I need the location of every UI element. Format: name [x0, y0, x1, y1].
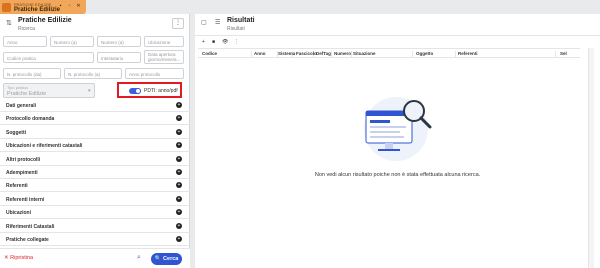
- column-header[interactable]: Codice: [202, 51, 252, 58]
- ubicazione-field[interactable]: Ubicazione: [144, 36, 184, 47]
- tipo-pratica-select: Tipo pratica Pratiche Edilizie ▾: [3, 83, 95, 98]
- accordion-section[interactable]: Referenti interni +: [0, 193, 190, 206]
- accordion-section-label: Ubicazioni: [6, 210, 32, 217]
- results-toolbar: + ■ 👁 ⋮: [195, 36, 600, 48]
- codice-pratica-field[interactable]: Codice pratica: [3, 52, 94, 63]
- reset-label: Ripristina: [10, 255, 34, 261]
- expand-icon[interactable]: +: [176, 102, 182, 108]
- chevron-down-icon: ▾: [88, 88, 91, 94]
- empty-state-illustration-icon: [364, 97, 432, 161]
- column-header[interactable]: Anno: [254, 51, 278, 58]
- filter-icon: ⇅: [6, 20, 12, 27]
- app-logo-icon: [2, 2, 11, 12]
- expand-icon[interactable]: +: [176, 142, 182, 149]
- accordion-section-label: Soggetti: [6, 129, 26, 136]
- expand-icon[interactable]: +: [176, 115, 182, 122]
- expand-icon[interactable]: +: [176, 222, 182, 229]
- accordion-section-label: Protocollo domanda: [6, 116, 55, 123]
- accordion-section[interactable]: Altri protocolli +: [0, 153, 190, 166]
- search-panel-title: Pratiche Edilizie: [18, 17, 72, 24]
- copy-icon[interactable]: ▫: [67, 4, 72, 9]
- anno-field[interactable]: Anno: [3, 36, 47, 47]
- accordion-section[interactable]: Soggetti +: [0, 126, 190, 139]
- pdti-toggle-label: PDTI: anno/pdf: [144, 88, 178, 94]
- accordion-section-label: Referenti: [6, 183, 28, 190]
- expand-icon[interactable]: +: [176, 128, 182, 135]
- n-protocollo-a-field[interactable]: N. protocollo (a): [64, 68, 122, 79]
- list-icon: ☰: [215, 20, 221, 26]
- accordion-section-label: Referenti interni: [6, 196, 45, 203]
- tipo-pratica-value: Pratiche Edilizie: [7, 91, 47, 97]
- search-panel: ⇅ Pratiche Edilizie Ricerca ⋮ Anno Numer…: [0, 14, 190, 268]
- expand-icon[interactable]: +: [176, 182, 182, 189]
- results-subtitle: Risultati: [227, 26, 245, 32]
- zoom-icon[interactable]: ⌕: [137, 254, 141, 262]
- column-header[interactable]: Situazione: [353, 51, 413, 58]
- vertical-scrollbar[interactable]: [588, 48, 594, 268]
- numero-da-field[interactable]: Numero (a): [50, 36, 94, 47]
- intestatario-field[interactable]: Intestatario: [97, 52, 141, 63]
- more-options-button[interactable]: ⋮: [172, 18, 184, 29]
- results-title: Risultati: [227, 17, 255, 24]
- search-panel-header: ⇅ Pratiche Edilizie Ricerca ⋮: [0, 14, 190, 36]
- column-header[interactable]: Sel: [560, 51, 578, 58]
- column-header[interactable]: Numero: [334, 51, 352, 58]
- results-table-header: Codice Anno Sistema Fascicolo DefTag Num…: [198, 48, 580, 58]
- expand-icon[interactable]: +: [176, 195, 182, 202]
- view-icon[interactable]: 👁: [222, 39, 228, 45]
- reset-button[interactable]: ✕ Ripristina: [4, 255, 33, 261]
- expand-icon[interactable]: +: [176, 236, 182, 242]
- column-header[interactable]: Oggetto: [416, 51, 456, 58]
- search-footer: ✕ Ripristina ⌕ 🔍 Cerca: [0, 248, 190, 268]
- more-icon[interactable]: ⋮: [234, 39, 239, 45]
- column-header[interactable]: Sistema: [278, 51, 295, 58]
- column-header[interactable]: Referenti: [458, 51, 556, 58]
- results-panel: ▢ ☰ Risultati Risultati + ■ 👁 ⋮ Codice A…: [195, 14, 600, 268]
- highlight-box: PDTI: anno/pdf: [117, 82, 182, 98]
- collapse-panel-icon[interactable]: ▢: [201, 19, 207, 26]
- accordion-section-label: Pratiche collegate: [6, 237, 49, 243]
- accordion-section-label: Adempimenti: [6, 170, 38, 176]
- accordion-section[interactable]: Dati generali +: [0, 99, 190, 112]
- expand-icon[interactable]: +: [176, 169, 182, 175]
- stop-icon[interactable]: ■: [212, 39, 215, 45]
- accordion-section-label: Ubicazioni e riferimenti catastali: [6, 143, 83, 150]
- expand-icon[interactable]: +: [176, 155, 182, 162]
- search-panel-subtitle: Ricerca: [18, 26, 35, 32]
- accordion-section[interactable]: Adempimenti +: [0, 166, 190, 179]
- accordion-section[interactable]: Ubicazioni e riferimenti catastali +: [0, 139, 190, 153]
- tab-pratiche-edilizie[interactable]: PRATICHE EDILIZIE Pratiche Edilizie ▪ ▫ …: [0, 0, 86, 14]
- tipo-pratica-label: Tipo pratica: [7, 85, 28, 90]
- search-label: Cerca: [163, 256, 179, 262]
- tab-title: Pratiche Edilizie: [14, 6, 61, 13]
- expand-icon[interactable]: +: [176, 209, 182, 216]
- results-header: ▢ ☰ Risultati Risultati: [195, 14, 600, 36]
- accordion-section-label: Dati generali: [6, 103, 37, 109]
- tab-bar: PRATICHE EDILIZIE Pratiche Edilizie ▪ ▫ …: [0, 0, 600, 14]
- pdti-toggle[interactable]: [129, 88, 141, 94]
- anno-protocollo-field[interactable]: Anno protocollo: [125, 68, 184, 79]
- column-header[interactable]: Fascicolo: [296, 51, 317, 58]
- accordion-section[interactable]: Riferimenti Catastali +: [0, 220, 190, 233]
- empty-state-message: Non vedi alcun risultato poiche non è st…: [314, 172, 481, 178]
- numero-a-field[interactable]: Numero (a): [97, 36, 141, 47]
- search-button[interactable]: 🔍 Cerca: [151, 253, 182, 265]
- accordion-section[interactable]: Ubicazioni +: [0, 206, 190, 220]
- toggle-knob: [135, 88, 141, 94]
- data-apertura-field[interactable]: Data apertura giorno/mese/a...: [144, 50, 184, 64]
- column-header[interactable]: DefTag: [316, 51, 332, 58]
- n-protocollo-da-field[interactable]: N. protocollo (da): [3, 68, 61, 79]
- accordion-section-label: Riferimenti Catastali: [6, 223, 55, 230]
- close-icon[interactable]: ✕: [76, 4, 81, 9]
- pin-icon[interactable]: ▪: [58, 4, 63, 9]
- accordion-section[interactable]: Referenti +: [0, 179, 190, 193]
- accordion-section[interactable]: Protocollo domanda +: [0, 112, 190, 126]
- accordion-section-label: Altri protocolli: [6, 156, 41, 163]
- accordion-section[interactable]: Pratiche collegate +: [0, 233, 190, 246]
- add-icon[interactable]: +: [202, 39, 205, 45]
- data-apertura-value: giorno/mese/a...: [148, 57, 181, 62]
- tab-supertitle: PRATICHE EDILIZIE: [14, 1, 52, 7]
